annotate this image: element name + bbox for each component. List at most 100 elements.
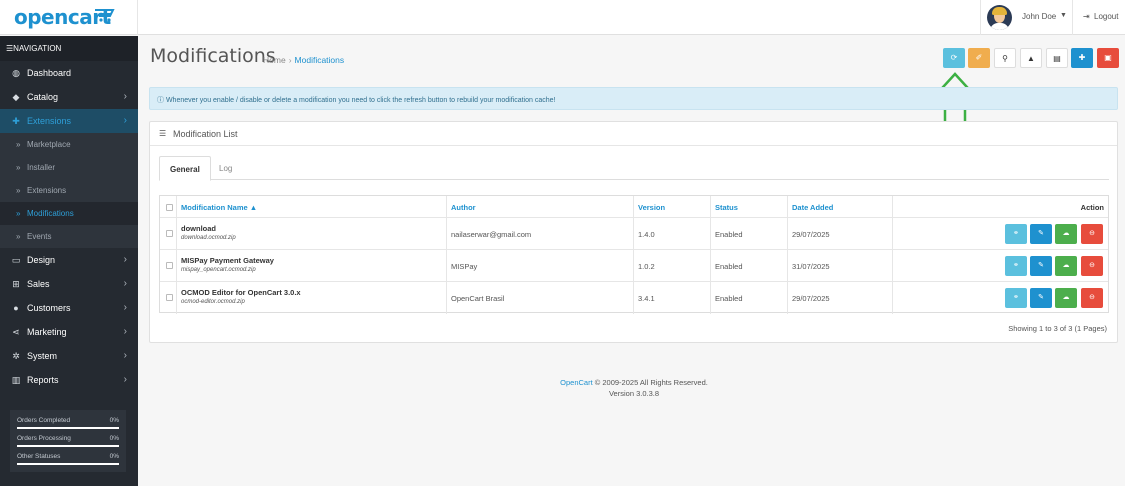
navigation-heading[interactable]: ☰NAVIGATION (0, 36, 138, 61)
sidebar-subitem-marketplace[interactable]: » Marketplace (0, 133, 138, 156)
delete-button[interactable]: ▣ (1097, 48, 1119, 68)
tab-log[interactable]: Log (209, 156, 242, 180)
tab-general[interactable]: General (159, 156, 211, 181)
date-cell: 29/07/2025 (792, 294, 830, 303)
plus-icon: ✚ (1078, 53, 1086, 62)
edit-button[interactable]: ✎ (1030, 224, 1052, 244)
cloud-download-icon: ☁ (1062, 294, 1070, 301)
sidebar-subitem-modifications[interactable]: » Modifications (0, 202, 138, 225)
logout-button[interactable]: ⇥ Logout (1072, 0, 1125, 35)
log-button[interactable]: ▤ (1046, 48, 1068, 68)
search-button[interactable]: ⚲ (994, 48, 1016, 68)
puzzle-icon: ✚ (12, 116, 20, 126)
enable-button[interactable]: ☁ (1055, 224, 1077, 244)
modification-name: OCMOD Editor for OpenCart 3.0.x (181, 288, 301, 297)
stat-label: Orders Processing (17, 435, 71, 442)
panel-heading: ☰ Modification List (150, 122, 1117, 146)
enable-button[interactable]: ☁ (1055, 256, 1077, 276)
search-icon: ⚲ (1002, 54, 1008, 63)
link-icon: ⚭ (1013, 230, 1019, 237)
column-header-status[interactable]: Status (711, 196, 788, 217)
link-button[interactable]: ⚭ (1005, 224, 1027, 244)
column-header-date[interactable]: Date Added (788, 196, 893, 217)
refresh-button[interactable]: ⟳ (943, 48, 965, 68)
column-header-action: Action (1080, 203, 1104, 212)
row-checkbox[interactable] (166, 262, 173, 269)
minus-circle-icon: ⊖ (1089, 294, 1095, 301)
logo-area[interactable]: opencart (0, 0, 138, 35)
warning-button[interactable]: ▲ (1020, 48, 1042, 68)
footer-copyright: © 2009-2025 All Rights Reserved. (594, 378, 708, 387)
add-button[interactable]: ✚ (1071, 48, 1093, 68)
avatar[interactable] (987, 5, 1012, 30)
sidebar-item-label: Reports (27, 375, 59, 385)
double-chevron-icon: » (16, 163, 21, 172)
list-icon: ☰ (159, 129, 167, 138)
sidebar-item-dashboard[interactable]: ◍ Dashboard (0, 61, 138, 85)
sidebar-item-marketing[interactable]: ⋖ Marketing › (0, 320, 138, 344)
row-checkbox[interactable] (166, 294, 173, 301)
date-cell: 31/07/2025 (792, 262, 830, 271)
breadcrumb-home-link[interactable]: Home (263, 55, 286, 65)
sidebar-item-catalog[interactable]: ◆ Catalog › (0, 85, 138, 109)
top-header: opencart John Doe ▼ ⇥ Logout (0, 0, 1125, 35)
sidebar-subitem-extensions[interactable]: » Extensions (0, 179, 138, 202)
info-alert: ⓘ Whenever you enable / disable or delet… (149, 87, 1118, 110)
cloud-download-icon: ☁ (1062, 262, 1070, 269)
breadcrumb-current-link[interactable]: Modifications (295, 55, 345, 65)
logout-label[interactable]: Logout (1094, 12, 1118, 21)
user-menu[interactable]: John Doe ▼ (980, 0, 1072, 35)
enable-button[interactable]: ☁ (1055, 288, 1077, 308)
stat-progress-bar (17, 445, 119, 447)
sidebar-subitem-label: Installer (27, 163, 56, 172)
footer-brand-link[interactable]: OpenCart (560, 378, 593, 387)
footer-version: Version 3.0.3.8 (608, 389, 660, 398)
order-stats: Orders Completed 0% Orders Processing 0%… (10, 410, 126, 472)
sidebar-subitem-installer[interactable]: » Installer (0, 156, 138, 179)
link-button[interactable]: ⚭ (1005, 288, 1027, 308)
user-name[interactable]: John Doe (1022, 12, 1056, 21)
author-cell: OpenCart Brasil (451, 294, 505, 303)
sidebar-item-extensions[interactable]: ✚ Extensions › (0, 109, 138, 133)
select-all-cell (160, 196, 177, 217)
table-header-row: Modification Name ▲ Author Version Statu… (160, 196, 1108, 218)
caret-down-icon[interactable]: ▼ (1060, 12, 1067, 19)
table-row: MISPay Payment Gateway mispay_opencart.o… (160, 250, 1108, 282)
column-header-name[interactable]: Modification Name ▲ (177, 196, 447, 217)
double-chevron-icon: » (16, 232, 21, 241)
navigation-heading-label: NAVIGATION (13, 44, 62, 53)
sidebar-item-system[interactable]: ✲ System › (0, 344, 138, 368)
footer: OpenCart © 2009-2025 All Rights Reserved… (138, 377, 1125, 399)
sidebar-subitem-events[interactable]: » Events (0, 225, 138, 248)
edit-button[interactable]: ✎ (1030, 256, 1052, 276)
sidebar-item-customers[interactable]: ● Customers › (0, 296, 138, 320)
sidebar-item-reports[interactable]: ▥ Reports › (0, 368, 138, 392)
disable-button[interactable]: ⊖ (1081, 256, 1103, 276)
version-cell: 1.0.2 (638, 262, 655, 271)
stat-percent: 0% (109, 435, 119, 442)
sidebar-item-label: Marketing (27, 327, 67, 337)
table-row: download download.ocmod.zip nailaserwar@… (160, 218, 1108, 250)
sidebar: ☰NAVIGATION ◍ Dashboard ◆ Catalog › ✚ Ex… (0, 36, 138, 486)
chevron-right-icon: › (123, 326, 127, 337)
link-button[interactable]: ⚭ (1005, 256, 1027, 276)
sidebar-item-label: Extensions (27, 116, 72, 126)
sidebar-item-label: Dashboard (27, 68, 72, 78)
column-header-author[interactable]: Author (447, 196, 634, 217)
tab-bar: General Log (159, 156, 1109, 181)
sidebar-item-sales[interactable]: ⊞ Sales › (0, 272, 138, 296)
chevron-right-icon: › (123, 254, 127, 265)
minus-circle-icon: ⊖ (1089, 230, 1095, 237)
column-header-version[interactable]: Version (634, 196, 711, 217)
select-all-checkbox[interactable] (166, 204, 173, 211)
edit-button[interactable]: ✎ (1030, 288, 1052, 308)
clear-button[interactable]: ✐ (968, 48, 990, 68)
author-cell: MISPay (451, 262, 478, 271)
row-checkbox[interactable] (166, 230, 173, 237)
stat-percent: 0% (109, 417, 119, 424)
pencil-icon: ✎ (1038, 230, 1044, 237)
disable-button[interactable]: ⊖ (1081, 288, 1103, 308)
sidebar-item-design[interactable]: ▭ Design › (0, 248, 138, 272)
share-icon: ⋖ (12, 327, 20, 337)
disable-button[interactable]: ⊖ (1081, 224, 1103, 244)
